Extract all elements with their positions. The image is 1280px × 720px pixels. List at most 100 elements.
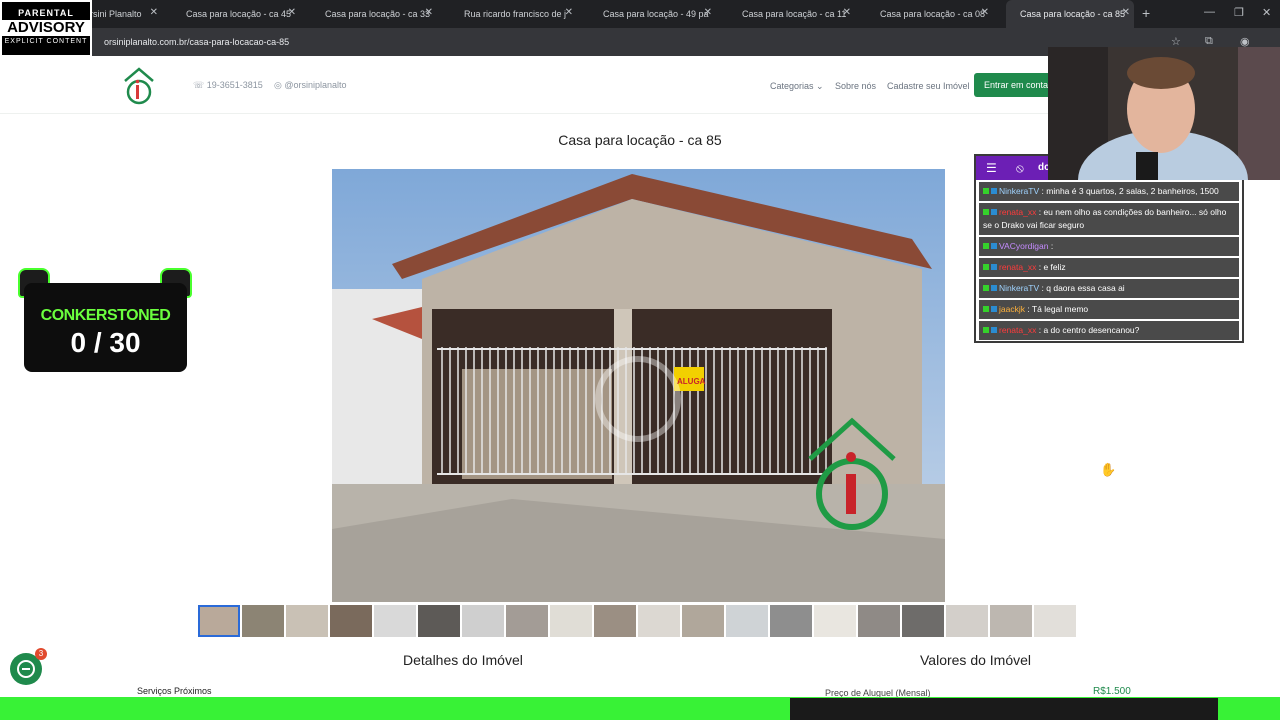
- chevron-down-icon: ⌄: [816, 81, 824, 91]
- chat-message: NinkeraTV : minha é 3 quartos, 2 salas, …: [979, 182, 1239, 201]
- chat-badge-icon: [983, 264, 989, 270]
- browser-tab[interactable]: Casa para locação - ca 11 ✕: [728, 0, 855, 28]
- chat-text: : e feliz: [1038, 262, 1066, 272]
- chat-username[interactable]: renata_xx: [999, 325, 1036, 335]
- chat-badge-icon: [991, 264, 997, 270]
- photo-thumbnail[interactable]: [462, 605, 504, 637]
- nav-sobre[interactable]: Sobre nós: [835, 81, 876, 91]
- block-icon[interactable]: ⦸: [1016, 161, 1024, 176]
- photo-thumbnail[interactable]: [506, 605, 548, 637]
- stream-chat: ☰ ⦸ dc NinkeraTV : minha é 3 quartos, 2 …: [974, 154, 1244, 343]
- new-tab-icon[interactable]: +: [1142, 5, 1150, 21]
- photo-thumbnail[interactable]: [902, 605, 944, 637]
- close-icon[interactable]: ✕: [425, 7, 433, 18]
- hand-cursor-icon: ✋: [1100, 462, 1117, 477]
- chat-message: jaackjk : Tá legal memo: [979, 300, 1239, 319]
- header-phone[interactable]: ☏ 19-3651-3815: [193, 80, 263, 91]
- chat-badge-icon: [991, 188, 997, 194]
- photo-thumbnail[interactable]: [330, 605, 372, 637]
- browser-tab[interactable]: rsini Planalto ✕: [90, 0, 162, 28]
- photo-thumbnail-strip: [198, 605, 1078, 637]
- chat-badge-icon: [991, 306, 997, 312]
- chat-message: renata_xx : e feliz: [979, 258, 1239, 277]
- chat-badge-icon: [983, 188, 989, 194]
- close-icon[interactable]: ✕: [288, 7, 296, 18]
- photo-thumbnail[interactable]: [198, 605, 240, 637]
- chat-text: : a do centro desencanou?: [1038, 325, 1140, 335]
- chat-text: : Tá legal memo: [1027, 304, 1089, 314]
- photo-thumbnail[interactable]: [638, 605, 680, 637]
- browser-tab[interactable]: Casa para locação - ca 33 ✕: [311, 0, 437, 28]
- close-icon[interactable]: ✕: [843, 7, 851, 18]
- close-icon[interactable]: ✕: [1122, 7, 1130, 18]
- chat-text: :: [1050, 241, 1054, 251]
- chat-username[interactable]: NinkeraTV: [999, 283, 1039, 293]
- minimize-icon[interactable]: —: [1204, 6, 1215, 18]
- menu-icon[interactable]: ☰: [986, 161, 997, 175]
- photo-thumbnail[interactable]: [858, 605, 900, 637]
- chat-messages: NinkeraTV : minha é 3 quartos, 2 salas, …: [976, 182, 1242, 340]
- photo-thumbnail[interactable]: [1034, 605, 1076, 637]
- photo-sign-text: ALUGA: [677, 377, 706, 386]
- photo-thumbnail[interactable]: [550, 605, 592, 637]
- chat-text: : minha é 3 quartos, 2 salas, 2 banheiro…: [1041, 186, 1219, 196]
- stream-bottom-panel: [790, 698, 1218, 720]
- header-instagram[interactable]: ◎ @orsiniplanalto: [274, 80, 347, 91]
- details-title: Detalhes do Imóvel: [403, 652, 523, 668]
- chat-badge-icon: [983, 306, 989, 312]
- values-title: Valores do Imóvel: [920, 652, 1032, 668]
- chat-text: : q daora essa casa ai: [1041, 283, 1125, 293]
- photo-thumbnail[interactable]: [418, 605, 460, 637]
- photo-thumbnail[interactable]: [682, 605, 724, 637]
- chat-username[interactable]: jaackjk: [999, 304, 1025, 314]
- photo-thumbnail[interactable]: [242, 605, 284, 637]
- browser-tab[interactable]: Casa para locação - ca 45 ✕: [172, 0, 300, 28]
- streamer-webcam: [1048, 47, 1280, 180]
- photo-thumbnail[interactable]: [814, 605, 856, 637]
- browser-tab[interactable]: Rua ricardo francisco de j ✕: [450, 0, 577, 28]
- maximize-icon[interactable]: ❐: [1234, 6, 1244, 19]
- instagram-icon: ◎: [274, 80, 285, 90]
- close-window-icon[interactable]: ✕: [1262, 6, 1271, 19]
- chat-username[interactable]: VACyordigan: [999, 241, 1048, 251]
- photo-thumbnail[interactable]: [770, 605, 812, 637]
- browser-tab[interactable]: Casa para locação - 49 pa ✕: [589, 0, 716, 28]
- close-icon[interactable]: ✕: [565, 7, 573, 18]
- url-text[interactable]: orsiniplanalto.com.br/casa-para-locacao-…: [104, 37, 289, 47]
- photo-thumbnail[interactable]: [594, 605, 636, 637]
- photo-thumbnail[interactable]: [374, 605, 416, 637]
- chat-badge-icon: [983, 327, 989, 333]
- chat-badge-icon: [983, 285, 989, 291]
- price-value: R$1.500: [1093, 686, 1131, 697]
- nav-cadastre[interactable]: Cadastre seu Imóvel: [887, 81, 970, 91]
- phone-icon: ☏: [193, 80, 207, 90]
- chat-message: NinkeraTV : q daora essa casa ai: [979, 279, 1239, 298]
- notification-badge: 3: [35, 648, 47, 660]
- browser-tab-active[interactable]: Casa para locação - ca 85 ✕: [1006, 0, 1134, 28]
- parental-advisory-logo: PARENTAL ADVISORY EXPLICIT CONTENT: [0, 0, 92, 57]
- chat-message: renata_xx : a do centro desencanou?: [979, 321, 1239, 340]
- nav-categorias[interactable]: Categorias ⌄: [770, 81, 824, 92]
- chat-username[interactable]: renata_xx: [999, 262, 1036, 272]
- chat-badge-icon: [991, 327, 997, 333]
- photo-thumbnail[interactable]: [946, 605, 988, 637]
- counter-value: 0 / 30: [70, 327, 141, 358]
- chat-badge-icon: [983, 209, 989, 215]
- photo-thumbnail[interactable]: [726, 605, 768, 637]
- chat-username[interactable]: renata_xx: [999, 207, 1036, 217]
- property-main-photo[interactable]: ALUGA: [332, 169, 945, 602]
- browser-tab[interactable]: Casa para locação - ca 08 ✕: [866, 0, 993, 28]
- photo-thumbnail[interactable]: [990, 605, 1032, 637]
- services-heading: Serviços Próximos: [137, 686, 212, 696]
- photo-thumbnail[interactable]: [286, 605, 328, 637]
- stream-counter: CONKERSTONED 0 / 30: [24, 283, 187, 372]
- close-icon[interactable]: ✕: [704, 7, 712, 18]
- chat-badge-icon: [991, 285, 997, 291]
- chat-message: VACyordigan :: [979, 237, 1239, 256]
- site-logo[interactable]: [122, 65, 156, 105]
- close-icon[interactable]: ✕: [981, 7, 989, 18]
- close-icon[interactable]: ✕: [150, 7, 158, 18]
- chat-username[interactable]: NinkeraTV: [999, 186, 1039, 196]
- counter-name: CONKERSTONED: [40, 307, 171, 324]
- chat-badge-icon: [991, 243, 997, 249]
